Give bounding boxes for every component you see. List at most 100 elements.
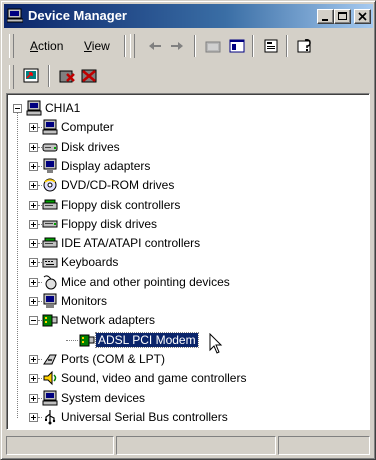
tree-item-sound-video-and-game-controllers[interactable]: Sound, video and game controllers <box>29 369 359 388</box>
properties-button[interactable] <box>260 35 282 57</box>
system-device-icon <box>42 390 58 406</box>
menu-action[interactable]: Action <box>30 39 63 53</box>
tree-item-display-adapters[interactable]: Display adapters <box>29 157 359 176</box>
mouse-pointer-icon <box>209 332 223 358</box>
expand-icon[interactable] <box>29 239 38 249</box>
tree-item-label: Sound, video and game controllers <box>61 371 247 386</box>
minimize-icon <box>322 19 328 21</box>
up-button[interactable] <box>202 35 224 57</box>
minimize-button[interactable] <box>317 9 334 24</box>
tree-root[interactable]: CHIA1 <box>13 99 213 118</box>
forward-button[interactable] <box>166 35 188 57</box>
tree-item-label: Floppy disk drives <box>61 216 158 231</box>
status-pane-2 <box>116 436 276 455</box>
usb-icon <box>42 409 58 425</box>
tree-item-dvd-cd-rom-drives[interactable]: DVD/CD-ROM drives <box>29 176 359 195</box>
tree-item-floppy-disk-controllers[interactable]: Floppy disk controllers <box>29 196 359 215</box>
expand-icon[interactable] <box>29 354 38 364</box>
tree-item-label: Floppy disk controllers <box>61 197 181 212</box>
toolbar-separator <box>286 35 288 57</box>
tree-item-universal-serial-bus-controllers[interactable]: Universal Serial Bus controllers <box>29 408 359 427</box>
tree-item-computer[interactable]: Computer <box>29 118 359 137</box>
help-button[interactable] <box>294 35 316 57</box>
disk-drive-icon <box>42 139 58 155</box>
expand-icon[interactable] <box>29 277 38 287</box>
tree-item-label: Mice and other pointing devices <box>61 274 230 289</box>
menu-view[interactable]: View <box>84 39 110 53</box>
expand-icon[interactable] <box>29 258 38 268</box>
computer-icon <box>26 100 42 116</box>
tree-item-ports-com-lpt[interactable]: Ports (COM & LPT) <box>29 350 359 369</box>
keyboard-icon <box>42 254 58 270</box>
close-icon <box>358 12 367 21</box>
tree-item-ide-ata-atapi-controllers[interactable]: IDE ATA/ATAPI controllers <box>29 234 359 253</box>
tree-item-label: ADSL PCI Modem <box>95 331 199 348</box>
tree-item-label: Monitors <box>61 294 108 308</box>
tree-item-floppy-disk-drives[interactable]: Floppy disk drives <box>29 215 359 234</box>
tree-item-label: Disk drives <box>61 139 120 154</box>
tree-item-keyboards[interactable]: Keyboards <box>29 253 359 272</box>
maximize-button[interactable] <box>334 9 351 24</box>
expand-icon[interactable] <box>29 219 38 229</box>
expand-icon[interactable] <box>29 200 38 210</box>
mouse-icon <box>42 274 58 290</box>
tree-item-label: Keyboards <box>61 255 119 270</box>
cdrom-icon <box>42 177 58 193</box>
expand-icon[interactable] <box>29 297 38 306</box>
computer-icon <box>42 119 58 135</box>
status-pane-1 <box>6 436 114 455</box>
tree-item-system-devices[interactable]: System devices <box>29 389 359 408</box>
tree-connector <box>66 339 78 341</box>
tree-item-label: DVD/CD-ROM drives <box>61 178 175 193</box>
menu-view-label: iew <box>91 39 110 53</box>
toolbar-grip[interactable] <box>130 34 135 58</box>
collapse-icon[interactable] <box>13 104 22 113</box>
scan-hardware-icon <box>23 68 39 83</box>
device-manager-icon <box>6 7 24 26</box>
status-bar <box>4 433 373 457</box>
expand-icon[interactable] <box>29 161 38 171</box>
toolbar2-grip[interactable] <box>9 65 14 89</box>
menu-action-mnemonic: A <box>30 39 39 53</box>
tree-item-label: Ports (COM & LPT) <box>61 351 166 366</box>
tree-item-label: Display adapters <box>61 158 151 173</box>
tree-item-label: Network adapters <box>61 313 156 328</box>
ide-controller-icon <box>42 235 58 251</box>
tree-item-monitors[interactable]: Monitors <box>29 292 359 311</box>
menu-action-label: ction <box>38 39 64 53</box>
expand-icon[interactable] <box>29 393 38 403</box>
status-pane-3 <box>278 436 370 455</box>
menu-view-mnemonic: V <box>84 39 92 53</box>
back-button[interactable] <box>144 35 166 57</box>
forward-arrow-icon <box>171 42 183 50</box>
show-hide-console-tree-icon <box>229 39 245 53</box>
disable-button[interactable] <box>78 65 100 87</box>
close-button[interactable] <box>354 9 371 24</box>
toolbar-separator <box>252 35 254 57</box>
tree-root-label: CHIA1 <box>45 101 81 115</box>
expand-icon[interactable] <box>29 123 38 133</box>
uninstall-button[interactable] <box>56 65 78 87</box>
tree-child-adsl-pci-modem[interactable]: ADSL PCI Modem <box>66 331 369 350</box>
tree-trunk-line <box>17 113 18 418</box>
toolbar-separator <box>194 35 196 57</box>
scan-hardware-button[interactable] <box>20 65 42 87</box>
toolbar-separator <box>124 35 126 57</box>
tree-item-label: IDE ATA/ATAPI controllers <box>61 236 201 251</box>
expand-icon[interactable] <box>29 374 38 384</box>
tree-item-disk-drives[interactable]: Disk drives <box>29 138 359 157</box>
title-bar[interactable]: Device Manager <box>4 4 373 28</box>
expand-icon[interactable] <box>29 181 38 191</box>
device-toolbar <box>6 63 371 91</box>
expand-icon[interactable] <box>29 412 38 422</box>
toolbar-separator <box>48 65 50 87</box>
menubar-grip[interactable] <box>9 34 14 58</box>
expand-icon[interactable] <box>29 142 38 152</box>
network-adapter-icon <box>42 312 58 328</box>
tree-item-mice-and-other-pointing-devices[interactable]: Mice and other pointing devices <box>29 273 359 292</box>
show-hide-tree-button[interactable] <box>226 35 248 57</box>
device-tree[interactable]: CHIA1 Computer Disk drives Display adapter… <box>6 93 370 430</box>
collapse-icon[interactable] <box>29 316 38 326</box>
monitor-icon <box>42 293 58 309</box>
tree-item-network-adapters[interactable]: Network adapters <box>29 311 359 330</box>
